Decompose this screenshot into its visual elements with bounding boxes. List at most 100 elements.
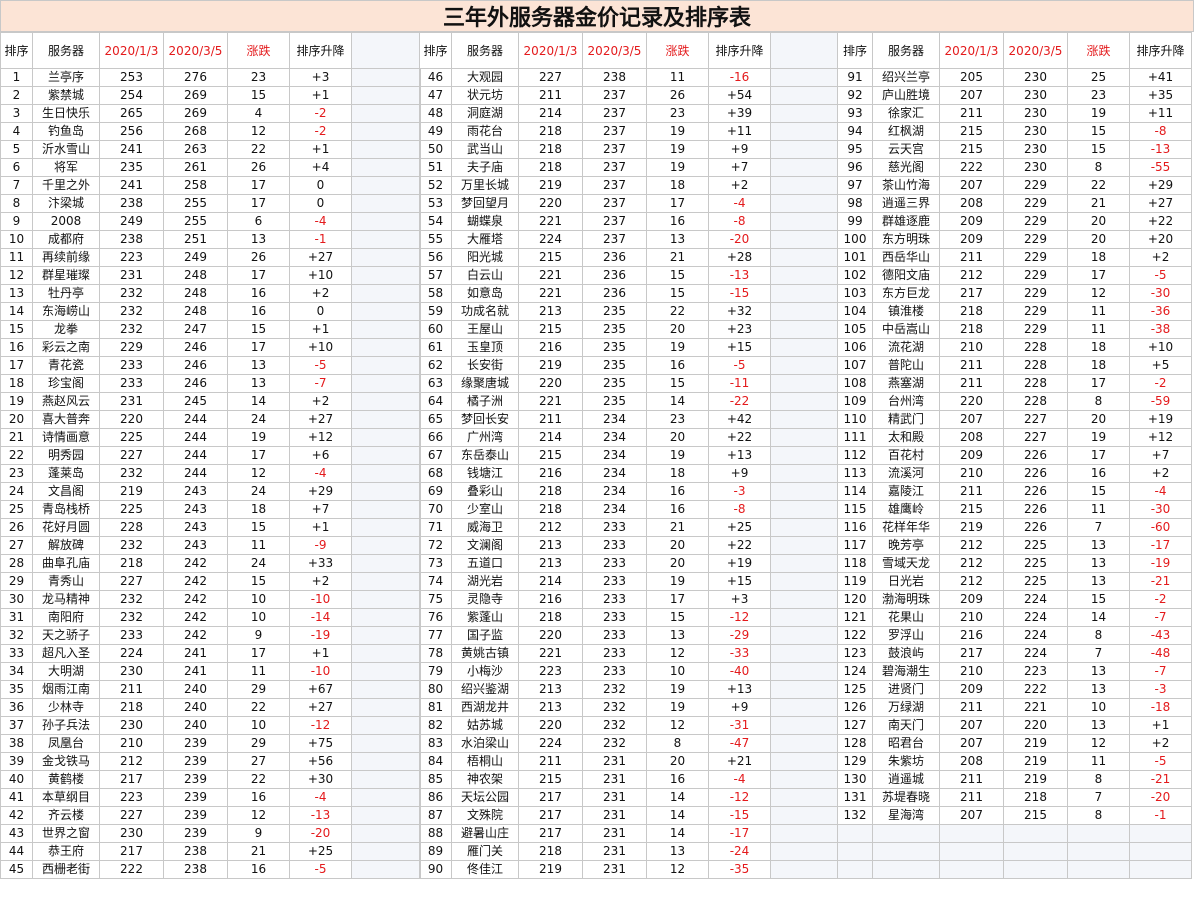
server-name-cell[interactable]: 阳光城 bbox=[451, 248, 519, 267]
server-name-cell[interactable]: 中岳嵩山 bbox=[872, 320, 940, 339]
rank-cell[interactable]: 36 bbox=[0, 698, 33, 717]
price-2020-01-03-cell[interactable]: 219 bbox=[939, 518, 1004, 537]
rank-cell[interactable]: 39 bbox=[0, 752, 33, 771]
server-name-cell[interactable]: 洞庭湖 bbox=[451, 104, 519, 123]
price-2020-01-03-cell[interactable]: 207 bbox=[939, 716, 1004, 735]
price-2020-03-05-cell[interactable]: 246 bbox=[163, 374, 228, 393]
price-2020-01-03-cell[interactable]: 213 bbox=[518, 554, 583, 573]
price-2020-03-05-cell[interactable]: 233 bbox=[582, 536, 647, 555]
rank-cell[interactable]: 79 bbox=[419, 662, 452, 681]
change-cell[interactable]: 9 bbox=[227, 824, 290, 843]
price-2020-03-05-cell[interactable]: 248 bbox=[163, 302, 228, 321]
price-2020-01-03-cell[interactable]: 265 bbox=[99, 104, 164, 123]
change-cell[interactable]: 15 bbox=[227, 86, 290, 105]
change-cell[interactable]: 17 bbox=[1067, 374, 1130, 393]
server-name-cell[interactable]: 2008 bbox=[32, 212, 100, 231]
change-cell[interactable]: 19 bbox=[646, 572, 709, 591]
price-2020-01-03-cell[interactable]: 216 bbox=[518, 338, 583, 357]
change-cell[interactable]: 13 bbox=[646, 842, 709, 861]
price-2020-01-03-cell[interactable]: 224 bbox=[99, 644, 164, 663]
rank-change-cell[interactable]: -19 bbox=[289, 626, 352, 645]
price-2020-01-03-cell[interactable]: 217 bbox=[99, 770, 164, 789]
price-2020-01-03-cell[interactable]: 229 bbox=[99, 338, 164, 357]
change-cell[interactable]: 22 bbox=[646, 302, 709, 321]
price-2020-03-05-cell[interactable]: 237 bbox=[582, 194, 647, 213]
rank-change-cell[interactable]: +1 bbox=[289, 86, 352, 105]
change-cell[interactable]: 20 bbox=[646, 428, 709, 447]
server-name-cell[interactable]: 青花瓷 bbox=[32, 356, 100, 375]
rank-change-cell[interactable]: +5 bbox=[1129, 356, 1192, 375]
price-2020-01-03-cell[interactable]: 221 bbox=[518, 392, 583, 411]
empty-cell[interactable] bbox=[939, 824, 1004, 843]
price-2020-01-03-cell[interactable]: 215 bbox=[518, 320, 583, 339]
server-name-cell[interactable]: 庐山胜境 bbox=[872, 86, 940, 105]
rank-cell[interactable]: 24 bbox=[0, 482, 33, 501]
empty-cell[interactable] bbox=[872, 842, 940, 861]
price-2020-01-03-cell[interactable]: 211 bbox=[939, 788, 1004, 807]
change-cell[interactable]: 20 bbox=[1067, 410, 1130, 429]
rank-cell[interactable]: 92 bbox=[837, 86, 873, 105]
server-name-cell[interactable]: 曲阜孔庙 bbox=[32, 554, 100, 573]
price-2020-01-03-cell[interactable]: 218 bbox=[99, 554, 164, 573]
rank-change-cell[interactable]: +7 bbox=[1129, 446, 1192, 465]
change-cell[interactable]: 10 bbox=[1067, 698, 1130, 717]
change-cell[interactable]: 15 bbox=[646, 374, 709, 393]
rank-cell[interactable]: 54 bbox=[419, 212, 452, 231]
price-2020-03-05-cell[interactable]: 255 bbox=[163, 212, 228, 231]
rank-change-cell[interactable]: +28 bbox=[708, 248, 771, 267]
change-cell[interactable]: 14 bbox=[646, 392, 709, 411]
server-name-cell[interactable]: 流溪河 bbox=[872, 464, 940, 483]
price-2020-03-05-cell[interactable]: 224 bbox=[1003, 590, 1068, 609]
price-2020-03-05-cell[interactable]: 238 bbox=[163, 842, 228, 861]
change-cell[interactable]: 14 bbox=[646, 788, 709, 807]
rank-change-cell[interactable]: +56 bbox=[289, 752, 352, 771]
rank-change-cell[interactable]: +39 bbox=[708, 104, 771, 123]
rank-change-cell[interactable]: -4 bbox=[289, 212, 352, 231]
rank-change-cell[interactable]: +1 bbox=[289, 140, 352, 159]
server-name-cell[interactable]: 玉皇顶 bbox=[451, 338, 519, 357]
rank-cell[interactable]: 37 bbox=[0, 716, 33, 735]
server-name-cell[interactable]: 五道口 bbox=[451, 554, 519, 573]
rank-change-cell[interactable]: -33 bbox=[708, 644, 771, 663]
price-2020-03-05-cell[interactable]: 239 bbox=[163, 806, 228, 825]
price-2020-03-05-cell[interactable]: 244 bbox=[163, 446, 228, 465]
server-name-cell[interactable]: 百花村 bbox=[872, 446, 940, 465]
price-2020-03-05-cell[interactable]: 226 bbox=[1003, 464, 1068, 483]
price-2020-03-05-cell[interactable]: 229 bbox=[1003, 194, 1068, 213]
empty-cell[interactable] bbox=[872, 860, 940, 879]
price-2020-03-05-cell[interactable]: 235 bbox=[582, 320, 647, 339]
rank-cell[interactable]: 61 bbox=[419, 338, 452, 357]
price-2020-01-03-cell[interactable]: 220 bbox=[518, 374, 583, 393]
rank-change-cell[interactable]: -18 bbox=[1129, 698, 1192, 717]
change-cell[interactable]: 16 bbox=[227, 788, 290, 807]
empty-cell[interactable] bbox=[1067, 824, 1130, 843]
rank-change-cell[interactable]: +30 bbox=[289, 770, 352, 789]
change-cell[interactable]: 15 bbox=[646, 608, 709, 627]
change-cell[interactable]: 15 bbox=[646, 266, 709, 285]
rank-cell[interactable]: 73 bbox=[419, 554, 452, 573]
change-cell[interactable]: 19 bbox=[646, 158, 709, 177]
rank-cell[interactable]: 89 bbox=[419, 842, 452, 861]
price-2020-01-03-cell[interactable]: 215 bbox=[518, 446, 583, 465]
rank-cell[interactable]: 48 bbox=[419, 104, 452, 123]
price-2020-03-05-cell[interactable]: 236 bbox=[582, 266, 647, 285]
server-name-cell[interactable]: 国子监 bbox=[451, 626, 519, 645]
rank-change-cell[interactable]: +22 bbox=[708, 536, 771, 555]
change-cell[interactable]: 22 bbox=[1067, 176, 1130, 195]
rank-change-cell[interactable]: +12 bbox=[289, 428, 352, 447]
server-name-cell[interactable]: 群星璀璨 bbox=[32, 266, 100, 285]
rank-change-cell[interactable]: -12 bbox=[708, 788, 771, 807]
server-name-cell[interactable]: 诗情画意 bbox=[32, 428, 100, 447]
price-2020-03-05-cell[interactable]: 246 bbox=[163, 338, 228, 357]
price-2020-03-05-cell[interactable]: 244 bbox=[163, 428, 228, 447]
rank-cell[interactable]: 67 bbox=[419, 446, 452, 465]
price-2020-03-05-cell[interactable]: 269 bbox=[163, 104, 228, 123]
price-2020-01-03-cell[interactable]: 219 bbox=[518, 356, 583, 375]
price-2020-01-03-cell[interactable]: 211 bbox=[939, 104, 1004, 123]
price-2020-01-03-cell[interactable]: 215 bbox=[518, 770, 583, 789]
server-name-cell[interactable]: 汴梁城 bbox=[32, 194, 100, 213]
price-2020-01-03-cell[interactable]: 215 bbox=[939, 140, 1004, 159]
server-name-cell[interactable]: 碧海潮生 bbox=[872, 662, 940, 681]
rank-cell[interactable]: 123 bbox=[837, 644, 873, 663]
rank-cell[interactable]: 85 bbox=[419, 770, 452, 789]
